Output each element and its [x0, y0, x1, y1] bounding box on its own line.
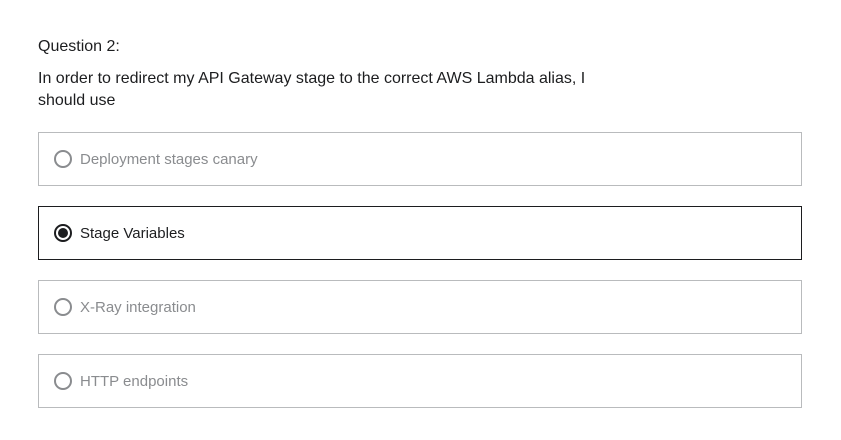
question-number: Question 2: — [38, 38, 120, 55]
radio-button-icon[interactable] — [54, 298, 72, 316]
answer-label: Deployment stages canary — [80, 150, 258, 168]
radio-button-icon[interactable] — [54, 372, 72, 390]
radio-button-icon[interactable] — [54, 224, 72, 242]
quiz-question: Question 2: In order to redirect my API … — [38, 37, 802, 428]
answer-list: Deployment stages canary Stage Variables… — [38, 132, 802, 408]
answer-option[interactable]: X-Ray integration — [38, 280, 802, 334]
answer-label: Stage Variables — [80, 224, 185, 242]
answer-label: X-Ray integration — [80, 298, 196, 316]
answer-option[interactable]: Deployment stages canary — [38, 132, 802, 186]
radio-button-icon[interactable] — [54, 150, 72, 168]
answer-option[interactable]: HTTP endpoints — [38, 354, 802, 408]
answer-label: HTTP endpoints — [80, 372, 189, 390]
answer-option[interactable]: Stage Variables — [38, 206, 802, 260]
question-prompt: In order to redirect my API Gateway stag… — [38, 70, 586, 109]
